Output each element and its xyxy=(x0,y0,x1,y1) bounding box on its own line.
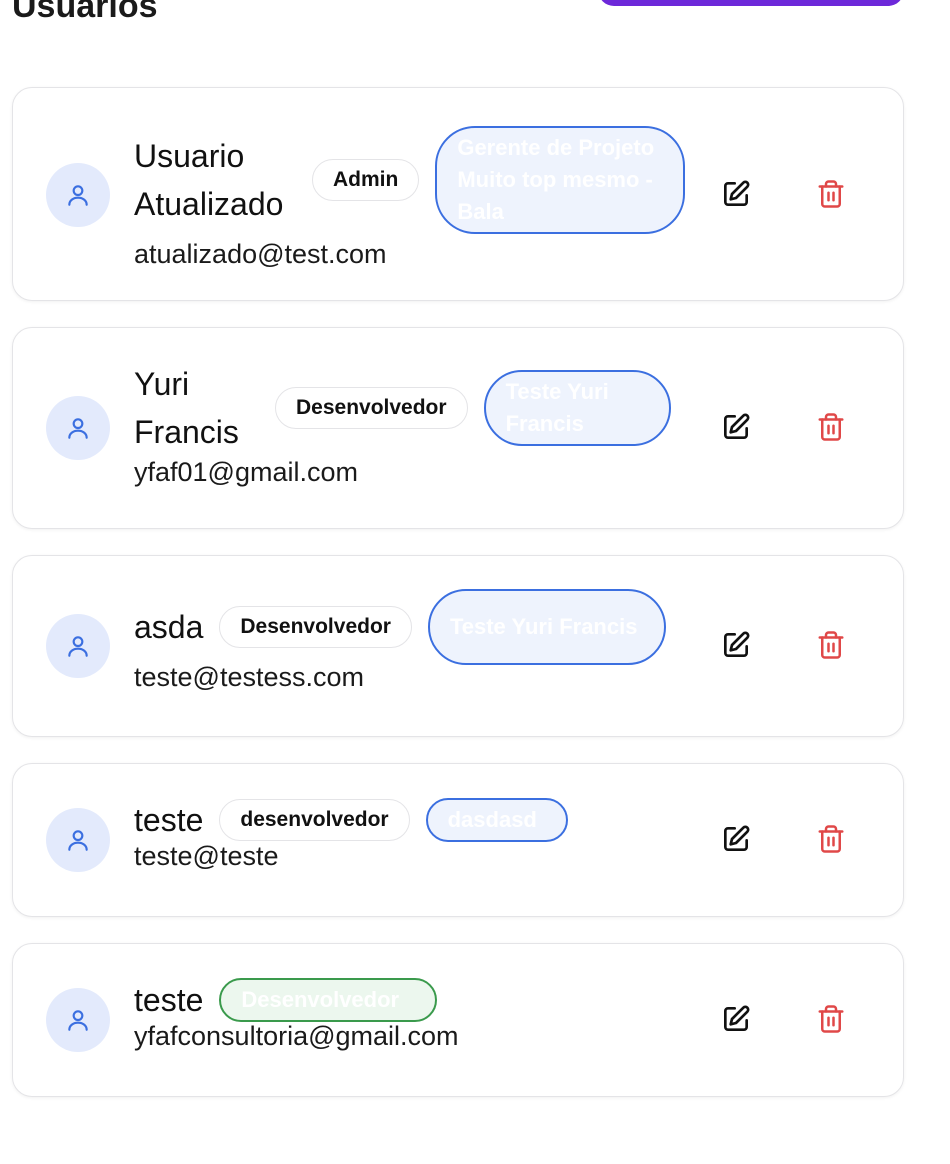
user-email: teste@teste xyxy=(134,841,279,871)
user-icon xyxy=(65,633,91,659)
name-row: teste desenvolvedor dasdasd xyxy=(134,796,568,844)
edit-icon xyxy=(720,629,752,664)
trash-icon xyxy=(816,412,846,445)
add-user-button[interactable] xyxy=(598,0,904,6)
position-badge: Teste Yuri Francis xyxy=(427,589,666,665)
edit-icon xyxy=(720,411,752,446)
avatar xyxy=(46,163,110,227)
role-badge: Admin xyxy=(312,159,420,201)
user-name: teste xyxy=(134,982,204,1018)
user-info: asda Desenvolvedor Teste Yuri Francis te… xyxy=(134,589,666,695)
edit-icon xyxy=(720,1003,752,1038)
edit-icon xyxy=(720,823,752,858)
edit-icon xyxy=(720,178,752,213)
avatar xyxy=(46,808,110,872)
user-name: Yuri Francis xyxy=(134,366,239,450)
delete-button[interactable] xyxy=(811,626,851,666)
user-card: teste desenvolvedor dasdasd teste@teste xyxy=(12,763,904,917)
user-card: Usuario Atualizado Admin Gerente de Proj… xyxy=(12,87,904,301)
user-icon xyxy=(65,415,91,441)
trash-icon xyxy=(816,824,846,857)
edit-button[interactable] xyxy=(716,175,756,215)
page-title: Usuarios xyxy=(12,0,158,25)
user-icon xyxy=(65,1007,91,1033)
trash-icon xyxy=(816,630,846,663)
name-row: asda Desenvolvedor Teste Yuri Francis xyxy=(134,589,666,665)
user-email: yfafconsultoria@gmail.com xyxy=(134,1021,459,1051)
user-card: Yuri Francis Desenvolvedor Teste Yuri Fr… xyxy=(12,327,904,529)
edit-button[interactable] xyxy=(716,408,756,448)
delete-button[interactable] xyxy=(811,1000,851,1040)
name-row: Yuri Francis Desenvolvedor Teste Yuri Fr… xyxy=(134,360,671,456)
user-name: asda xyxy=(134,609,204,645)
user-card: teste Desenvolvedor yfafconsultoria@gmai… xyxy=(12,943,904,1097)
position-badge: Desenvolvedor xyxy=(219,978,438,1022)
avatar xyxy=(46,988,110,1052)
trash-icon xyxy=(816,179,846,212)
edit-button[interactable] xyxy=(716,1000,756,1040)
avatar xyxy=(46,396,110,460)
user-info: teste Desenvolvedor yfafconsultoria@gmai… xyxy=(134,976,459,1054)
avatar xyxy=(46,614,110,678)
user-name: Usuario Atualizado xyxy=(134,138,284,222)
name-row: Usuario Atualizado Admin Gerente de Proj… xyxy=(134,126,686,234)
user-info: Yuri Francis Desenvolvedor Teste Yuri Fr… xyxy=(134,360,671,490)
edit-button[interactable] xyxy=(716,820,756,860)
position-badge: Teste Yuri Francis xyxy=(483,370,671,446)
role-badge: Desenvolvedor xyxy=(275,387,468,429)
user-icon xyxy=(65,182,91,208)
user-card: asda Desenvolvedor Teste Yuri Francis te… xyxy=(12,555,904,737)
delete-button[interactable] xyxy=(811,820,851,860)
position-badge: dasdasd xyxy=(425,798,568,842)
user-email: yfaf01@gmail.com xyxy=(134,457,358,487)
delete-button[interactable] xyxy=(811,175,851,215)
user-name: teste xyxy=(134,802,204,838)
user-email: atualizado@test.com xyxy=(134,239,387,269)
user-info: teste desenvolvedor dasdasd teste@teste xyxy=(134,796,568,874)
delete-button[interactable] xyxy=(811,408,851,448)
role-badge: desenvolvedor xyxy=(219,799,410,841)
trash-icon xyxy=(816,1004,846,1037)
position-badge: Gerente de Projeto Muito top mesmo - Bal… xyxy=(435,126,686,234)
edit-button[interactable] xyxy=(716,626,756,666)
role-badge: Desenvolvedor xyxy=(219,606,412,648)
user-info: Usuario Atualizado Admin Gerente de Proj… xyxy=(134,126,686,272)
name-row: teste Desenvolvedor xyxy=(134,976,459,1024)
user-icon xyxy=(65,827,91,853)
